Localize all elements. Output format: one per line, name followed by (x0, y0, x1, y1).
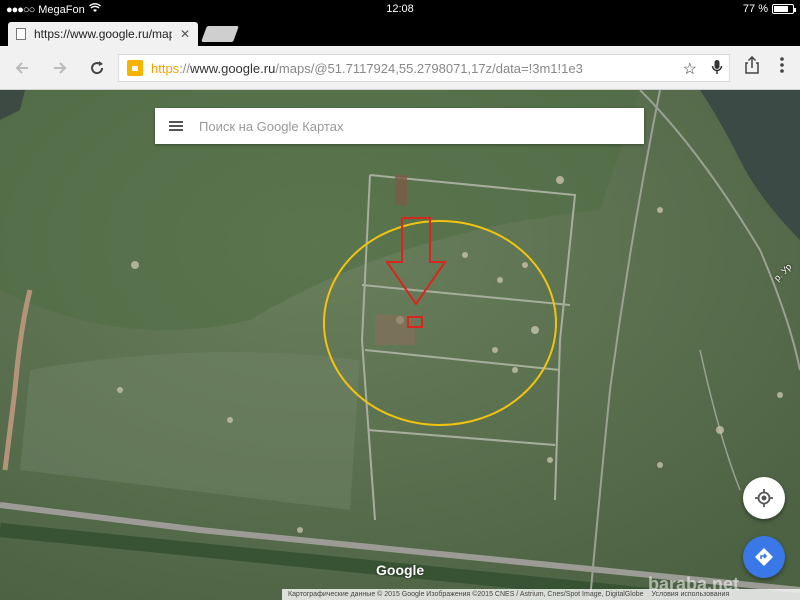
status-bar: ●●●○○ MegaFon 12:08 77 % (0, 0, 800, 18)
close-tab-icon[interactable]: ✕ (180, 27, 190, 41)
crosshair-icon (755, 489, 773, 507)
share-icon[interactable] (740, 55, 764, 80)
url-separator: :// (179, 60, 191, 76)
map-attribution: Картографические данные © 2015 Google Из… (282, 589, 800, 600)
tab-bar: https://www.google.ru/map ✕ (0, 18, 800, 46)
url-path: /maps/@51.7117924,55.2798071,17z/data=!3… (275, 60, 583, 76)
directions-icon (755, 548, 773, 566)
map-search-box[interactable]: Поиск на Google Картах (155, 108, 644, 144)
tab-google-maps[interactable]: https://www.google.ru/map ✕ (8, 22, 198, 46)
star-icon[interactable]: ☆ (683, 59, 697, 80)
hamburger-menu-icon[interactable] (169, 121, 183, 131)
search-input[interactable]: Поиск на Google Картах (199, 119, 343, 134)
url-domain: www.google.ru (190, 60, 276, 76)
url-scheme: https (151, 60, 180, 76)
page-icon (16, 28, 26, 40)
battery-icon (772, 4, 796, 14)
browser-toolbar: https://www.google.ru/maps/@51.7117924,5… (0, 46, 800, 90)
clock: 12:08 (386, 3, 414, 15)
attribution-text: Картографические данные © 2015 Google Из… (288, 591, 644, 598)
my-location-button[interactable] (743, 477, 785, 519)
address-bar[interactable]: https://www.google.ru/maps/@51.7117924,5… (118, 54, 730, 82)
reload-icon[interactable] (85, 56, 109, 80)
new-tab-button[interactable] (201, 26, 239, 42)
forward-arrow-icon[interactable] (48, 56, 72, 80)
satellite-map[interactable]: р. Ур (0, 90, 800, 600)
mic-icon[interactable] (711, 59, 723, 80)
lock-icon (127, 60, 143, 76)
terms-link[interactable]: Условия использования (652, 591, 730, 598)
directions-button[interactable] (743, 536, 785, 578)
battery-text: 77 % (742, 3, 768, 15)
google-logo: Google (376, 562, 425, 578)
back-arrow-icon[interactable] (10, 56, 34, 80)
menu-icon[interactable] (772, 56, 792, 80)
map-imagery (0, 90, 800, 600)
tab-title: https://www.google.ru/map (34, 27, 172, 41)
